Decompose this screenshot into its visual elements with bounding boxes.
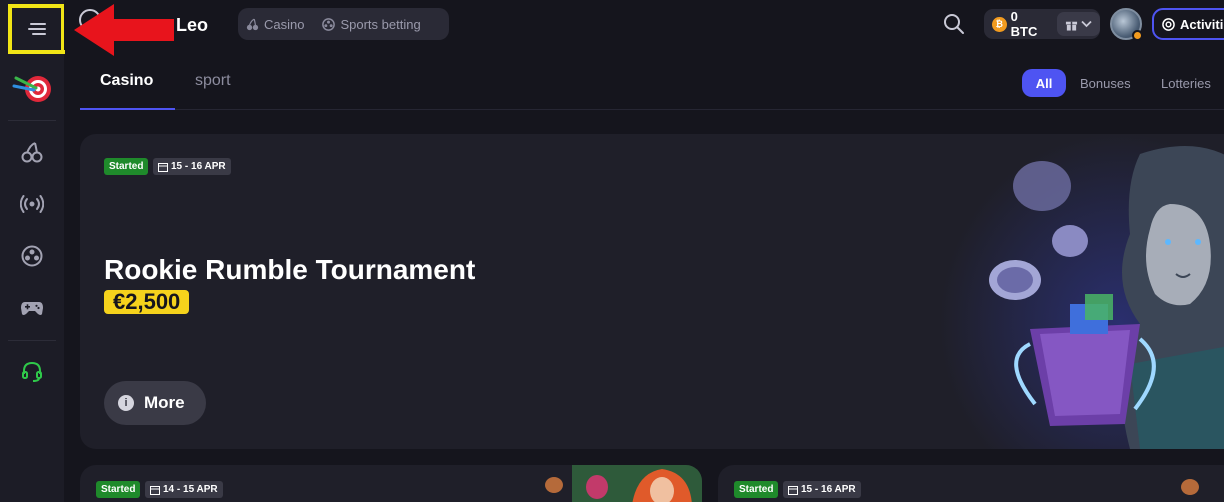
- date-badge: 14 - 15 APR: [145, 481, 223, 498]
- status-badge: Started: [104, 158, 149, 175]
- cherry-icon: [21, 142, 43, 163]
- bitcoin-icon: ₿: [992, 16, 1007, 32]
- promo-card[interactable]: Started 15 - 16 APR: [718, 465, 1224, 502]
- more-button[interactable]: i More: [104, 381, 206, 425]
- app-root: Leo Casino Sports betting ₿ 0 BTC Activi…: [0, 0, 1224, 502]
- info-icon: i: [118, 395, 134, 411]
- activities-button[interactable]: Activiti: [1152, 8, 1224, 40]
- more-label: More: [144, 393, 185, 412]
- nav-sports-betting[interactable]: Sports betting: [322, 16, 421, 32]
- date-range: 14 - 15 APR: [163, 484, 218, 495]
- calendar-icon: [788, 485, 798, 495]
- chevron-down-icon: [1081, 20, 1092, 28]
- balance-amount: 0 BTC: [1010, 9, 1038, 39]
- date-range: 15 - 16 APR: [801, 484, 856, 495]
- date-badge: 15 - 16 APR: [153, 158, 231, 175]
- sidebar: [0, 0, 65, 502]
- status-badge: Started: [96, 481, 141, 498]
- gift-icon: [1066, 21, 1078, 31]
- sidebar-item-support[interactable]: [20, 360, 44, 384]
- filter-bonuses[interactable]: Bonuses: [1080, 76, 1131, 91]
- brand-name[interactable]: Leo: [176, 15, 208, 36]
- dartboard-icon[interactable]: [12, 70, 54, 106]
- sidebar-item-casino[interactable]: [20, 140, 44, 164]
- tab-casino[interactable]: Casino: [100, 72, 153, 90]
- promo-banner[interactable]: Started 15 - 16 APR Rookie Rumble Tourna…: [80, 134, 1224, 449]
- lion-trophy-illustration: [940, 134, 1224, 449]
- filter-lotteries[interactable]: Lotteries: [1161, 76, 1211, 91]
- sidebar-item-live[interactable]: [20, 192, 44, 216]
- menu-button[interactable]: [8, 4, 65, 54]
- gamepad-icon: [21, 302, 43, 315]
- sidebar-divider: [8, 340, 56, 341]
- sidebar-item-games[interactable]: [20, 296, 44, 320]
- soccer-ball-icon: [21, 245, 43, 267]
- coin-illustration: [1181, 479, 1199, 495]
- nav-casino[interactable]: Casino: [246, 17, 304, 32]
- active-tab-indicator: [80, 108, 175, 110]
- nav-sports-betting-label: Sports betting: [340, 16, 421, 32]
- sidebar-divider: [8, 120, 56, 121]
- annotation-arrow-icon: [74, 4, 174, 56]
- soccer-ball-icon: [322, 17, 336, 31]
- activities-label: Activiti: [1180, 16, 1224, 32]
- character-illustration: [545, 465, 702, 502]
- filter-all[interactable]: All: [1022, 69, 1066, 97]
- headset-icon: [22, 361, 42, 382]
- bonus-dropdown[interactable]: [1057, 12, 1100, 36]
- prize-amount: €2,500: [104, 289, 190, 314]
- avatar-level-badge: [1132, 30, 1143, 41]
- hamburger-icon: [27, 23, 46, 35]
- wallet-balance[interactable]: ₿ 0 BTC: [984, 9, 1100, 39]
- date-range: 15 - 16 APR: [171, 161, 226, 172]
- live-broadcast-icon: [20, 195, 44, 213]
- tabs-row: Casino sport All Bonuses Lotteries: [80, 60, 1224, 110]
- status-badge: Started: [734, 481, 779, 498]
- top-bar: Leo Casino Sports betting ₿ 0 BTC Activi…: [64, 0, 1224, 50]
- target-icon: [1162, 17, 1175, 31]
- promo-title: Rookie Rumble Tournament: [104, 254, 476, 285]
- date-badge: 15 - 16 APR: [783, 481, 861, 498]
- search-icon[interactable]: [942, 12, 966, 36]
- nav-casino-label: Casino: [264, 16, 305, 32]
- calendar-icon: [150, 485, 160, 495]
- calendar-icon: [158, 162, 168, 172]
- product-switcher: Casino Sports betting: [238, 8, 449, 40]
- sidebar-item-sports[interactable]: [20, 244, 44, 268]
- promo-card[interactable]: Started 14 - 15 APR: [80, 465, 702, 502]
- tab-sport[interactable]: sport: [195, 72, 231, 90]
- cherry-icon: [246, 18, 259, 30]
